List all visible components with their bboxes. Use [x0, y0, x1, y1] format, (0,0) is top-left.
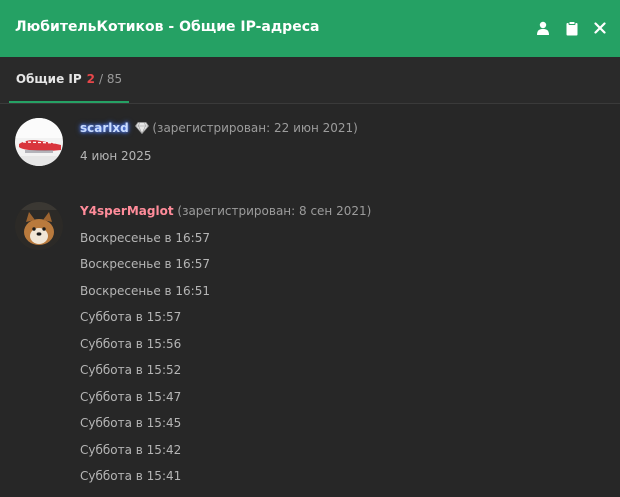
activity-date: Суббота в 15:41 — [80, 469, 182, 483]
window-header: ЛюбительКотиков - Общие IP-адреса — [0, 0, 620, 57]
activity-date: Суббота в 15:56 — [80, 337, 182, 351]
window-title: ЛюбительКотиков - Общие IP-адреса — [15, 19, 320, 35]
activity-date: Воскресенье в 16:57 — [80, 231, 210, 245]
username[interactable]: scarlxd — [80, 121, 129, 135]
username[interactable]: Y4sperMaglot — [80, 204, 174, 218]
diamond-icon — [134, 122, 149, 137]
activity-date: Воскресенье в 16:51 — [80, 284, 210, 298]
clipboard-icon[interactable] — [562, 18, 582, 38]
activity-date: Суббота в 15:52 — [80, 363, 182, 377]
user-line: scarlxd (зарегистрирован: 22 июн 2021) — [80, 121, 358, 137]
activity-date: Суббота в 15:47 — [80, 390, 182, 404]
registered-date: (зарегистрирован: 22 июн 2021) — [152, 121, 358, 135]
tab-total: / 85 — [99, 72, 123, 86]
activity-date: Воскресенье в 16:57 — [80, 257, 210, 271]
tab-label: Общие IP — [15, 72, 82, 86]
tab-shared-ip[interactable]: Общие IP 2 / 85 — [9, 57, 129, 103]
tab-bar: Общие IP 2 / 85 — [0, 57, 620, 104]
activity-date: Суббота в 15:57 — [80, 310, 182, 324]
tab-count: 2 — [86, 72, 96, 86]
activity-date: Суббота в 15:45 — [80, 416, 182, 430]
avatar[interactable] — [15, 118, 63, 166]
avatar[interactable] — [15, 202, 63, 250]
registered-date: (зарегистрирован: 8 сен 2021) — [177, 204, 372, 218]
shared-ip-window: ЛюбительКотиков - Общие IP-адреса Общие … — [0, 0, 620, 497]
close-icon[interactable] — [590, 18, 610, 38]
user-icon[interactable] — [533, 18, 553, 38]
activity-date: 4 июн 2025 — [80, 149, 152, 163]
activity-date: Суббота в 15:42 — [80, 443, 182, 457]
user-line: Y4sperMaglot (зарегистрирован: 8 сен 202… — [80, 204, 371, 218]
